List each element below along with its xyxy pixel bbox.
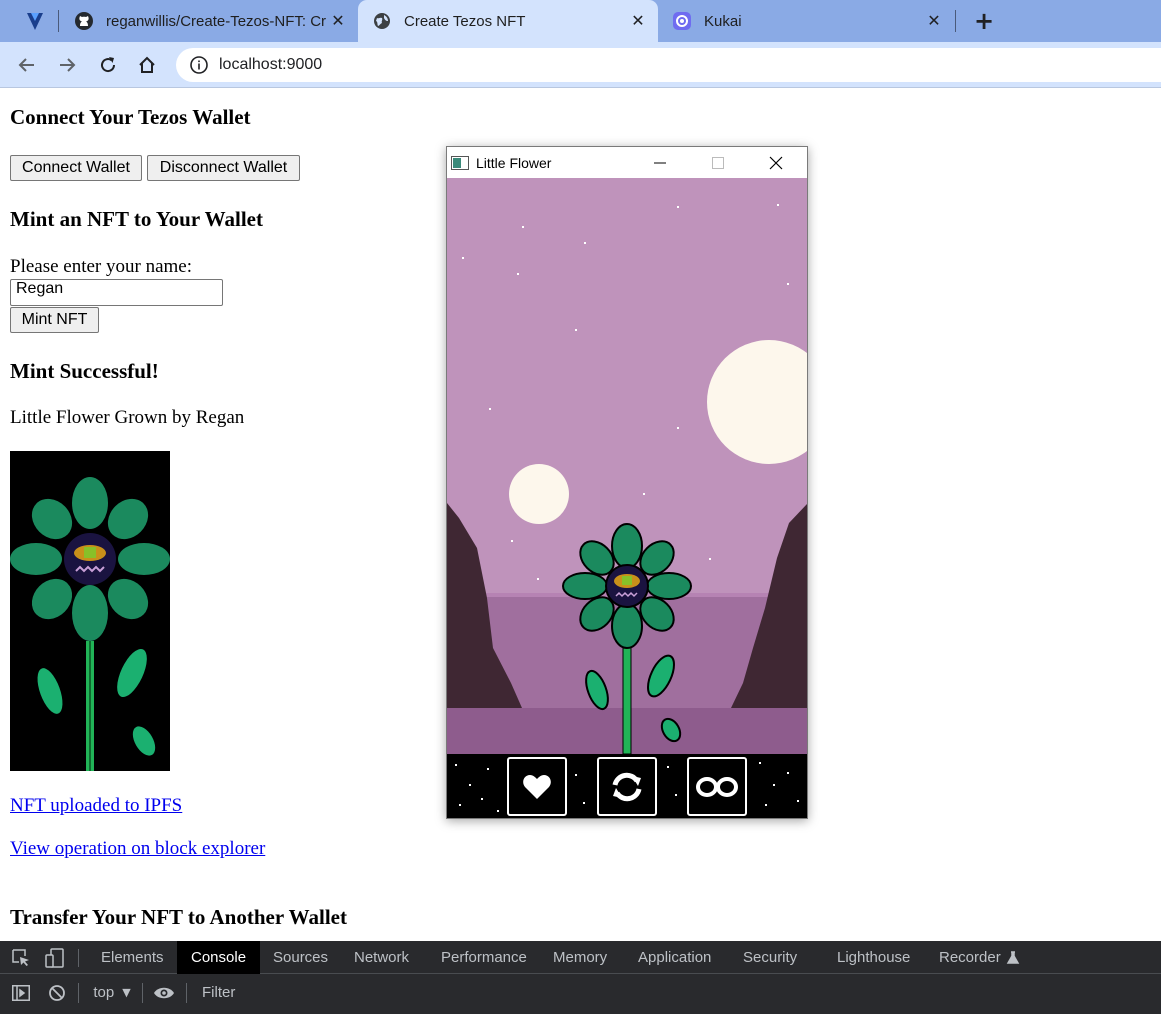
back-button[interactable] bbox=[12, 50, 42, 80]
devtools-tab-network[interactable]: Network bbox=[354, 941, 409, 974]
tab-kukai[interactable]: Kukai ✕ bbox=[658, 0, 954, 42]
close-tab-icon[interactable]: ✕ bbox=[922, 11, 946, 31]
nft-flower-image bbox=[10, 451, 170, 771]
tab-separator bbox=[58, 10, 59, 32]
tab-create-tezos-nft[interactable]: Create Tezos NFT ✕ bbox=[358, 0, 658, 42]
success-heading: Mint Successful! bbox=[10, 359, 159, 383]
home-button[interactable] bbox=[132, 50, 162, 80]
close-tab-icon[interactable]: ✕ bbox=[626, 11, 650, 31]
url-text: localhost:9000 bbox=[219, 56, 323, 73]
devtools-panel: Elements Console Sources Network Perform… bbox=[0, 941, 1161, 1014]
home-icon bbox=[139, 56, 155, 73]
tab-github[interactable]: reganwillis/Create-Tezos-NFT: Cr ✕ bbox=[60, 0, 358, 42]
window-title: Little Flower bbox=[476, 154, 552, 171]
close-tab-icon[interactable]: ✕ bbox=[326, 11, 350, 31]
recorder-label: Recorder bbox=[939, 949, 1001, 966]
arrow-right-icon bbox=[60, 58, 76, 72]
devtools-tab-memory[interactable]: Memory bbox=[553, 941, 607, 974]
connect-heading: Connect Your Tezos Wallet bbox=[10, 105, 251, 129]
devtools-tab-lighthouse[interactable]: Lighthouse bbox=[837, 941, 910, 974]
flask-icon bbox=[1006, 950, 1019, 964]
ipfs-link[interactable]: NFT uploaded to IPFS bbox=[10, 795, 182, 817]
close-icon bbox=[769, 156, 783, 169]
address-bar[interactable]: localhost:9000 bbox=[176, 48, 1161, 82]
little-flower-window[interactable]: Little Flower bbox=[446, 146, 808, 819]
filter-placeholder: Filter bbox=[202, 984, 236, 1001]
heart-button[interactable] bbox=[507, 757, 567, 816]
name-label: Please enter your name: bbox=[10, 256, 193, 277]
heart-icon bbox=[523, 774, 551, 799]
tab-title: Kukai bbox=[704, 12, 742, 30]
clear-console-button[interactable] bbox=[46, 975, 68, 1010]
tab-search-icon[interactable] bbox=[22, 10, 48, 32]
devtools-tab-sources[interactable]: Sources bbox=[273, 941, 328, 974]
globe-icon bbox=[372, 11, 392, 31]
infinity-button[interactable] bbox=[687, 757, 747, 816]
plus-icon: + bbox=[973, 7, 995, 35]
eye-icon bbox=[154, 987, 174, 998]
game-controls bbox=[447, 754, 807, 818]
inspect-element-button[interactable] bbox=[10, 941, 32, 974]
connect-wallet-button[interactable]: Connect Wallet bbox=[10, 155, 142, 181]
sidebar-icon bbox=[12, 984, 30, 1001]
transfer-heading: Transfer Your NFT to Another Wallet bbox=[10, 905, 347, 929]
context-selector[interactable]: top ▼ bbox=[90, 975, 134, 1010]
console-toolbar: top ▼ Filter bbox=[0, 975, 1161, 1010]
minimize-button[interactable] bbox=[637, 147, 683, 178]
mint-nft-button[interactable]: Mint NFT bbox=[10, 307, 99, 333]
devtools-tab-console[interactable]: Console bbox=[177, 941, 261, 974]
infinity-icon bbox=[696, 776, 738, 797]
tab-separator bbox=[955, 10, 956, 32]
new-tab-button[interactable]: + bbox=[970, 6, 998, 36]
close-window-button[interactable] bbox=[753, 147, 799, 178]
inspect-icon bbox=[12, 948, 29, 966]
context-value: top bbox=[93, 984, 115, 1001]
devtools-tab-security[interactable]: Security bbox=[743, 941, 797, 974]
minimize-icon bbox=[654, 162, 666, 163]
kukai-icon bbox=[672, 11, 692, 31]
devtools-tab-recorder[interactable]: Recorder bbox=[939, 941, 1020, 974]
name-input[interactable]: Regan bbox=[10, 279, 223, 306]
devtools-tab-application[interactable]: Application bbox=[638, 941, 711, 974]
info-icon bbox=[190, 56, 208, 74]
dropdown-arrow-icon: ▼ bbox=[122, 986, 131, 999]
tab-title: reganwillis/Create-Tezos-NFT: Cr bbox=[106, 12, 326, 30]
game-scene bbox=[447, 178, 807, 754]
app-window-icon bbox=[451, 155, 469, 170]
device-icon bbox=[45, 947, 64, 968]
mint-heading: Mint an NFT to Your Wallet bbox=[10, 207, 263, 231]
browser-tab-strip: reganwillis/Create-Tezos-NFT: Cr ✕ Creat… bbox=[0, 0, 1161, 42]
console-filter-input[interactable]: Filter bbox=[202, 975, 322, 1010]
arrow-left-icon bbox=[18, 58, 34, 72]
devtools-tab-bar: Elements Console Sources Network Perform… bbox=[0, 941, 1161, 974]
live-expression-button[interactable] bbox=[152, 975, 176, 1010]
devtools-tab-elements[interactable]: Elements bbox=[101, 941, 164, 974]
forward-button[interactable] bbox=[52, 50, 82, 80]
reload-button[interactable] bbox=[93, 50, 123, 80]
show-sidebar-button[interactable] bbox=[10, 975, 32, 1010]
maximize-button[interactable] bbox=[695, 147, 741, 178]
clear-icon bbox=[49, 984, 65, 1001]
browser-toolbar: localhost:9000 bbox=[0, 42, 1161, 88]
nft-title: Little Flower Grown by Regan bbox=[10, 407, 245, 428]
refresh-icon bbox=[612, 772, 642, 801]
maximize-icon bbox=[712, 156, 724, 169]
reload-icon bbox=[101, 57, 116, 73]
devtools-tab-performance[interactable]: Performance bbox=[441, 941, 527, 974]
device-toolbar-button[interactable] bbox=[44, 941, 66, 974]
disconnect-wallet-button[interactable]: Disconnect Wallet bbox=[147, 155, 300, 181]
tab-title: Create Tezos NFT bbox=[404, 12, 526, 30]
github-icon bbox=[74, 11, 94, 31]
block-explorer-link[interactable]: View operation on block explorer bbox=[10, 838, 265, 860]
refresh-button[interactable] bbox=[597, 757, 657, 816]
